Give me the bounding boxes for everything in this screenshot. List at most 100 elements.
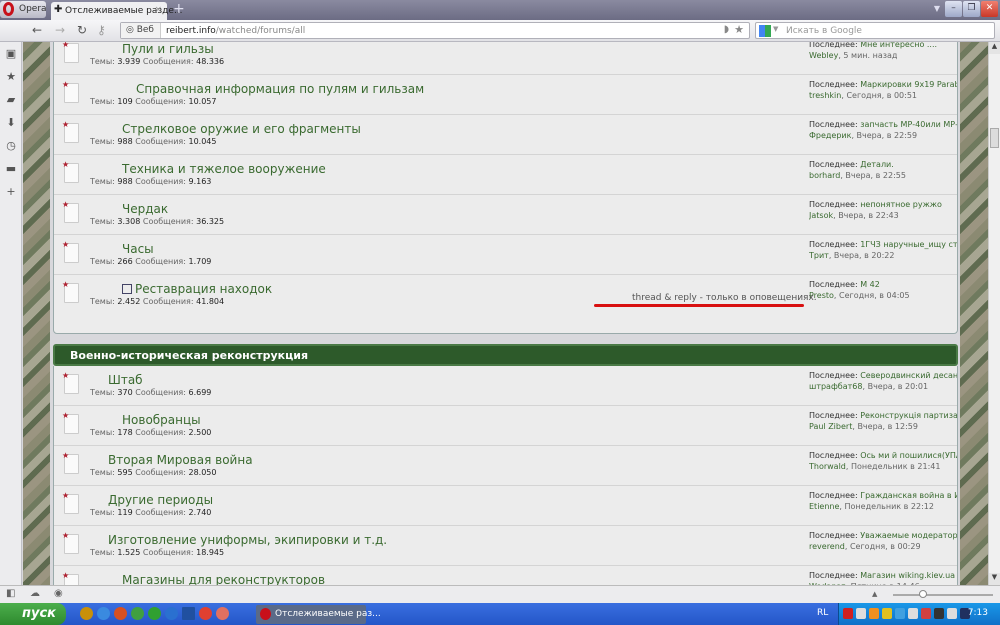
last-post-link[interactable]: Мне интересно .... [860, 42, 937, 49]
last-post: Последнее: непонятное ружжо Jatsok, Вчера… [809, 200, 942, 220]
notes-icon[interactable]: ▰ [0, 89, 22, 111]
last-post-user[interactable]: Thorwald [809, 462, 846, 471]
bookmark-star-icon[interactable]: ★ [734, 23, 744, 36]
last-post-link[interactable]: Детали. [860, 160, 894, 169]
last-post-link[interactable]: запчасть МР-40или МР-38 [860, 120, 957, 129]
unite-icon[interactable]: ☁ [30, 588, 40, 599]
tray-icon[interactable] [921, 608, 931, 619]
forum-title-link[interactable]: Вторая Мировая война [108, 453, 253, 467]
view-icon[interactable]: ▲ [872, 590, 877, 598]
tab-list-icon[interactable]: ▼ [934, 4, 940, 13]
tray-icon[interactable] [856, 608, 866, 619]
app-icon[interactable] [80, 607, 93, 620]
forum-row: ★ Новобранцы Темы: 178 Сообщения: 2.500 … [54, 406, 957, 446]
ati-icon[interactable] [843, 608, 853, 619]
close-window-button[interactable]: ✕ [981, 1, 998, 17]
chrome-icon[interactable] [199, 607, 212, 620]
web-badge[interactable]: ◎ Веб [121, 23, 161, 38]
app-icon[interactable] [97, 607, 110, 620]
last-post-link[interactable]: непонятное ружжо [860, 200, 942, 209]
last-post-user[interactable]: штрафбат68 [809, 382, 862, 391]
last-post-link[interactable]: Реконструкція партизанськог [860, 411, 957, 420]
app-icon[interactable] [131, 607, 144, 620]
tray-icon[interactable] [895, 608, 905, 619]
checkbox-icon [122, 284, 132, 294]
forum-title-link[interactable]: Другие периоды [108, 493, 213, 507]
last-post-link[interactable]: Уважаемые модераторы! [860, 531, 957, 540]
scroll-down-icon[interactable]: ▼ [989, 573, 1000, 585]
forward-button[interactable]: → [55, 23, 65, 37]
language-indicator[interactable]: RL [817, 608, 828, 618]
zoom-slider-handle[interactable] [919, 590, 927, 598]
mail-icon[interactable]: ▬ [0, 158, 22, 180]
last-post-user[interactable]: Фредерик [809, 131, 851, 140]
opera-menu-button[interactable]: Opera [0, 1, 47, 18]
forum-title-link[interactable]: Изготовление униформы, экипировки и т.д. [108, 533, 387, 547]
last-post-user[interactable]: borhard [809, 171, 840, 180]
last-post-link[interactable]: М 42 [860, 280, 880, 289]
history-icon[interactable]: ◷ [0, 135, 22, 157]
forum-row: ★ Часы Темы: 266 Сообщения: 1.709 Послед… [54, 235, 957, 275]
forum-title-link[interactable]: Часы [122, 242, 154, 256]
taskbar-opera-window[interactable]: Отслеживаемые раз... [256, 605, 381, 624]
forum-row: ★ Чердак Темы: 3.308 Сообщения: 36.325 П… [54, 195, 957, 235]
scrollbar-thumb[interactable] [990, 128, 999, 148]
search-input[interactable]: ▼ Искать в Google [755, 22, 995, 39]
last-post-user[interactable]: Webley [809, 51, 838, 60]
ie-icon[interactable] [165, 607, 178, 620]
tray-icon[interactable] [934, 608, 944, 619]
app-icon[interactable] [114, 607, 127, 620]
zoom-slider[interactable] [893, 590, 993, 598]
utorrent-icon[interactable] [148, 607, 161, 620]
back-button[interactable]: ← [32, 23, 42, 37]
last-post-link[interactable]: Маркировки 9x19 Parabellum [860, 80, 957, 89]
forum-row: ★ Техника и тяжелое вооружение Темы: 988… [54, 155, 957, 195]
last-post-user[interactable]: Трит [809, 251, 829, 260]
forum-title-link[interactable]: Штаб [108, 373, 143, 387]
forum-title-link[interactable]: Реставрация находок [122, 282, 272, 296]
tray-icon[interactable] [869, 608, 879, 619]
forum-title-link[interactable]: Стрелковое оружие и его фрагменты [122, 122, 361, 136]
key-icon[interactable]: ⚷ [97, 23, 106, 37]
forum-title-link[interactable]: Новобранцы [122, 413, 201, 427]
last-post-user[interactable]: treshkin [809, 91, 841, 100]
reload-button[interactable]: ↻ [77, 23, 87, 37]
app-icon[interactable] [216, 607, 229, 620]
panel-toggle-icon[interactable]: ◧ [6, 588, 15, 599]
tray-icon[interactable] [882, 608, 892, 619]
minimize-button[interactable]: – [945, 1, 962, 17]
close-tab-icon[interactable]: × [154, 5, 162, 15]
rss-icon[interactable]: ◗ [724, 24, 729, 35]
last-post-link[interactable]: 1ГЧЗ наручные_ищу стрелки [860, 240, 957, 249]
forum-title-link[interactable]: Справочная информация по пулям и гильзам [136, 82, 424, 96]
last-post-link[interactable]: Магазин wiking.kiev.ua [860, 571, 955, 580]
new-tab-button[interactable]: + [173, 1, 185, 17]
last-post-user[interactable]: Etienne [809, 502, 839, 511]
downloads-icon[interactable]: ⬇ [0, 112, 22, 134]
start-button[interactable]: пуск [0, 603, 66, 625]
turbo-icon[interactable]: ◉ [54, 588, 63, 599]
desktop-icon[interactable] [182, 607, 195, 620]
forum-title-link[interactable]: Пули и гильзы [122, 42, 214, 56]
speed-dial-icon[interactable]: ▣ [0, 43, 22, 65]
chevron-down-icon[interactable]: ▼ [773, 25, 778, 33]
last-post-user[interactable]: Jatsok [809, 211, 833, 220]
address-bar[interactable]: ◎ Веб reibert.info/watched/forums/all ◗ … [120, 22, 750, 39]
tray-icon[interactable] [947, 608, 957, 619]
vertical-scrollbar[interactable]: ▲ ▼ [988, 42, 1000, 585]
last-post-link[interactable]: Северодвинский десант III... [860, 371, 957, 380]
last-post-link[interactable]: Ось ми й пошилися(УПА) [860, 451, 957, 460]
restore-button[interactable]: ❐ [963, 1, 980, 17]
last-post-link[interactable]: Гражданская война в Испании [860, 491, 957, 500]
scroll-up-icon[interactable]: ▲ [989, 42, 1000, 54]
last-post-user[interactable]: reverend [809, 542, 845, 551]
tab-watched-forums[interactable]: ✚ Отслеживаемые разде... × [51, 2, 183, 20]
tray-icon[interactable] [908, 608, 918, 619]
forum-title-link[interactable]: Техника и тяжелое вооружение [122, 162, 326, 176]
add-panel-icon[interactable]: + [0, 181, 22, 203]
bookmarks-icon[interactable]: ★ [0, 66, 22, 88]
last-post-user[interactable]: Paul Zibert [809, 422, 852, 431]
category-header[interactable]: Военно-историческая реконструкция [53, 344, 958, 366]
forum-title-link[interactable]: Чердак [122, 202, 168, 216]
forum-title-link[interactable]: Магазины для реконструкторов [122, 573, 325, 585]
